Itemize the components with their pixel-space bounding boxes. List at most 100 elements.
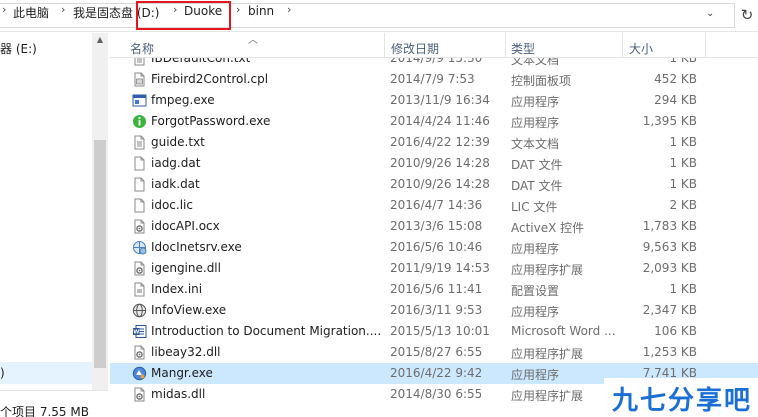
- file-type: 应用程序: [511, 95, 560, 109]
- file-row[interactable]: iadg.dat 2010/9/26 14:28 DAT 文件 1 KB: [110, 153, 758, 174]
- file-size: 1 KB: [669, 156, 697, 170]
- file-row[interactable]: idoc.lic 2016/4/7 14:36 LIC 文件 2 KB: [110, 195, 758, 216]
- file-date: 2016/4/7 14:36: [390, 198, 483, 212]
- file-size: 1 KB: [669, 58, 697, 65]
- file-type: LIC 文件: [511, 200, 558, 214]
- file-name: fmpeg.exe: [151, 93, 215, 107]
- file-row[interactable]: W Introduction to Document Migration.... 2…: [110, 321, 758, 342]
- watermark-text: 九七分享吧: [612, 386, 753, 416]
- file-date: 2010/9/26 14:28: [390, 177, 490, 191]
- nav-scrollbar-thumb[interactable]: [94, 140, 106, 368]
- file-row[interactable]: iadk.dat 2010/9/26 14:28 DAT 文件 1 KB: [110, 174, 758, 195]
- file-row[interactable]: igengine.dll 2011/9/19 14:53 应用程序扩展 2,093 K…: [110, 258, 758, 279]
- file-type: ActiveX 控件: [511, 221, 585, 235]
- file-name: idoc.lic: [151, 198, 193, 212]
- breadcrumb-separator: ›: [287, 3, 292, 16]
- file-row[interactable]: IBDefaultCon.txt 2014/9/9 15:30 文本文档 1 KB: [110, 58, 758, 69]
- cpl-file-icon: [132, 72, 147, 87]
- gear-file-icon: [132, 261, 147, 276]
- info-green-icon: [132, 114, 147, 129]
- file-name: InfoView.exe: [151, 303, 227, 317]
- file-name: IBDefaultCon.txt: [151, 58, 251, 65]
- file-type: 文本文档: [511, 58, 560, 67]
- statusbar-divider: [0, 390, 108, 391]
- file-row[interactable]: libeay32.dll 2015/8/27 6:55 应用程序扩展 1,253 KB: [110, 342, 758, 363]
- column-divider[interactable]: [384, 33, 385, 58]
- nav-item-drive-e[interactable]: 器 (E:): [0, 40, 37, 57]
- file-date: 2014/8/30 6:55: [390, 387, 483, 401]
- nav-item-selected[interactable]: [0, 362, 92, 384]
- file-size: 9,563 KB: [642, 240, 697, 254]
- file-rows: IBDefaultCon.txt 2014/9/9 15:30 文本文档 1 KB Fi…: [110, 58, 758, 417]
- column-header-name[interactable]: 名称: [130, 40, 154, 57]
- blank-file-icon: [132, 198, 147, 213]
- file-type: 控制面板项: [511, 74, 572, 88]
- file-name: iadk.dat: [151, 177, 200, 191]
- column-divider[interactable]: [705, 33, 706, 58]
- file-row[interactable]: InfoView.exe 2016/3/11 9:53 应用程序 2,347 KB: [110, 300, 758, 321]
- file-date: 2015/8/27 6:55: [390, 345, 483, 359]
- column-divider[interactable]: [505, 33, 506, 58]
- file-name: Introduction to Document Migration....: [151, 324, 381, 338]
- gear-file-icon: [132, 387, 147, 402]
- file-row[interactable]: fmpeg.exe 2013/11/9 16:34 应用程序 294 KB: [110, 90, 758, 111]
- column-header-type[interactable]: 类型: [511, 40, 535, 57]
- file-row[interactable]: guide.txt 2016/4/22 12:39 文本文档 1 KB: [110, 132, 758, 153]
- column-header-date[interactable]: 修改日期: [391, 40, 439, 57]
- exe-window-icon: [132, 93, 147, 108]
- address-bar[interactable]: › 此电脑 › 我是固态盘 (D:) › Duoke › binn › ⌄ ↻: [0, 0, 758, 32]
- column-header-row: ︿ 名称 修改日期 类型 大小: [110, 33, 758, 58]
- file-row[interactable]: Firebird2Control.cpl 2014/7/9 7:53 控制面板项 45…: [110, 69, 758, 90]
- file-size: 2,347 KB: [642, 303, 697, 317]
- red-highlight-annotation: [136, 1, 231, 30]
- network-exe-icon: [132, 240, 147, 255]
- file-name: Mangr.exe: [151, 366, 213, 380]
- file-date: 2014/7/9 7:53: [390, 72, 475, 86]
- scroll-up-icon[interactable]: ▲: [92, 33, 108, 47]
- txt-file-icon: [132, 135, 147, 150]
- file-type: 应用程序: [511, 242, 560, 256]
- breadcrumb-binn[interactable]: binn: [248, 4, 274, 18]
- file-row[interactable]: Index.ini 2016/5/6 11:41 配置设置 1 KB: [110, 279, 758, 300]
- file-date: 2016/4/22 9:42: [390, 366, 483, 380]
- file-date: 2011/9/19 14:53: [390, 261, 490, 275]
- file-date: 2016/5/6 11:41: [390, 282, 483, 296]
- file-size: 1,253 KB: [642, 345, 697, 359]
- column-divider[interactable]: [622, 33, 623, 58]
- file-type: DAT 文件: [511, 179, 563, 193]
- file-date: 2016/3/11 9:53: [390, 303, 483, 317]
- file-name: idocAPI.ocx: [151, 219, 220, 233]
- column-header-size[interactable]: 大小: [629, 40, 653, 57]
- svg-text:W: W: [133, 330, 139, 336]
- sort-chevron-up-icon: ︿: [248, 35, 258, 46]
- file-name: Firebird2Control.cpl: [151, 72, 269, 86]
- status-item-count: 个项目 7.55 MB: [0, 405, 89, 417]
- nav-item-selected-label: ): [0, 366, 5, 380]
- file-size: 106 KB: [654, 324, 697, 338]
- ini-file-icon: [132, 282, 147, 297]
- file-date: 2015/5/13 10:01: [390, 324, 490, 338]
- file-name: igengine.dll: [151, 261, 221, 275]
- address-dropdown-icon[interactable]: ⌄: [706, 8, 714, 19]
- file-row[interactable]: ForgotPassword.exe 2014/4/24 11:46 应用程序 1,3…: [110, 111, 758, 132]
- breadcrumb-separator: ›: [2, 3, 7, 16]
- file-list-pane: ︿ 名称 修改日期 类型 大小 IBDefaultCon.txt 2014/9/9…: [110, 33, 758, 417]
- file-size: 2 KB: [669, 198, 697, 212]
- file-date: 2016/5/6 10:46: [390, 240, 483, 254]
- file-name: libeay32.dll: [151, 345, 221, 359]
- file-date: 2014/4/24 11:46: [390, 114, 490, 128]
- globe-exe-icon: [132, 303, 147, 318]
- word-doc-icon: W: [132, 324, 147, 339]
- file-name: iadg.dat: [151, 156, 201, 170]
- file-row[interactable]: idocAPI.ocx 2013/3/6 15:08 ActiveX 控件 1,783…: [110, 216, 758, 237]
- refresh-icon[interactable]: ↻: [738, 6, 756, 24]
- file-date: 2010/9/26 14:28: [390, 156, 490, 170]
- file-name: ForgotPassword.exe: [151, 114, 271, 128]
- file-date: 2016/4/22 12:39: [390, 135, 490, 149]
- breadcrumb-this-pc[interactable]: 此电脑: [13, 4, 49, 21]
- file-row[interactable]: IdocInetsrv.exe 2016/5/6 10:46 应用程序 9,563 K…: [110, 237, 758, 258]
- file-name: guide.txt: [151, 135, 205, 149]
- gear-file-icon: [132, 219, 147, 234]
- file-size: 1 KB: [669, 177, 697, 191]
- breadcrumb-separator: ›: [236, 3, 241, 16]
